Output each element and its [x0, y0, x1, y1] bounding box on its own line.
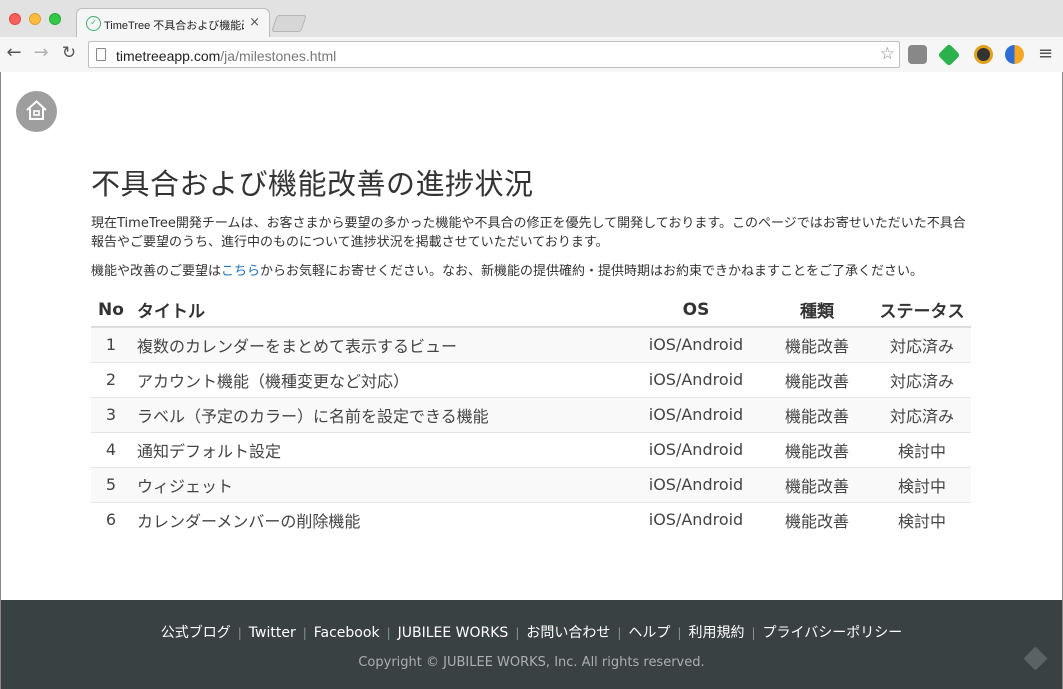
footer-link-contact[interactable]: お問い合わせ [526, 625, 610, 641]
page-title: 不具合および機能改善の進捗状況 [91, 167, 534, 201]
cell-os: iOS/Android [631, 431, 761, 467]
footer-separator: | [515, 626, 520, 640]
footer-separator: | [237, 626, 242, 640]
cell-kind: 機能改善 [761, 396, 873, 432]
header-no: No [91, 293, 131, 328]
url-text[interactable]: timetreeapp.com/ja/milestones.html [116, 48, 336, 64]
footer-link-privacy[interactable]: プライバシーポリシー [763, 625, 903, 641]
cell-kind: 機能改善 [761, 501, 873, 537]
cell-status: 検討中 [873, 431, 971, 467]
feedly-extension-icon[interactable] [937, 43, 961, 67]
cell-os: iOS/Android [631, 396, 761, 432]
footer-link-jubilee-works[interactable]: JUBILEE WORKS [398, 625, 509, 641]
table-row: 1 複数のカレンダーをまとめて表示するビュー iOS/Android 機能改善 … [91, 326, 971, 362]
address-bar[interactable]: timetreeapp.com/ja/milestones.html ☆ [88, 41, 900, 68]
cell-os: iOS/Android [631, 361, 761, 397]
cell-status: 対応済み [873, 396, 971, 432]
cell-kind: 機能改善 [761, 361, 873, 397]
request-text-after: からお気軽にお寄せください。なお、新機能の提供確約・提供時期はお約束できかねます… [260, 264, 924, 279]
footer-separator: | [751, 626, 756, 640]
request-paragraph: 機能や改善のご要望はこちらからお気軽にお寄せください。なお、新機能の提供確約・提… [91, 262, 971, 281]
cell-no: 5 [91, 466, 131, 502]
reload-button[interactable]: ↻ [58, 42, 80, 64]
cell-no: 3 [91, 396, 131, 432]
header-os: OS [631, 293, 761, 328]
footer-separator: | [386, 626, 391, 640]
cell-os: iOS/Android [631, 466, 761, 502]
tab-close-icon[interactable]: × [249, 15, 260, 30]
header-title: タイトル [131, 293, 631, 328]
cell-os: iOS/Android [631, 501, 761, 537]
footer-link-blog[interactable]: 公式ブログ [161, 625, 231, 641]
cell-title: 複数のカレンダーをまとめて表示するビュー [131, 326, 631, 362]
cell-status: 検討中 [873, 501, 971, 537]
home-button[interactable] [16, 91, 57, 132]
cell-no: 2 [91, 361, 131, 397]
milestones-table: No タイトル OS 種類 ステータス 1 複数のカレンダーをまとめて表示するビ… [91, 293, 971, 537]
browser-toolbar: ← → ↻ timetreeapp.com/ja/milestones.html… [0, 37, 1063, 72]
bookmark-star-icon[interactable]: ☆ [880, 44, 895, 64]
cell-title: ラベル（予定のカラー）に名前を設定できる機能 [131, 396, 631, 432]
footer-links: 公式ブログ | Twitter | Facebook | JUBILEE WORKS | お問い… [1, 622, 1062, 642]
request-link[interactable]: こちら [221, 264, 260, 279]
home-icon [26, 100, 47, 120]
forward-button[interactable]: → [30, 42, 52, 64]
tab-strip: ✓ TimeTree 不具合および機能改善の進捗状況 × [0, 0, 1063, 38]
table-row: 5 ウィジェット iOS/Android 機能改善 検討中 [91, 466, 971, 502]
footer: 公式ブログ | Twitter | Facebook | JUBILEE WORKS | お問い… [1, 600, 1062, 689]
header-kind: 種類 [761, 293, 873, 328]
footer-link-help[interactable]: ヘルプ [628, 625, 670, 641]
intro-paragraph: 現在TimeTree開発チームは、お客さまから要望の多かった機能や不具合の修正を… [91, 216, 966, 250]
cell-os: iOS/Android [631, 326, 761, 362]
pocket-extension-icon[interactable] [908, 45, 927, 64]
cell-no: 4 [91, 431, 131, 467]
table-row: 4 通知デフォルト設定 iOS/Android 機能改善 検討中 [91, 431, 971, 467]
cell-no: 1 [91, 326, 131, 362]
close-window-button[interactable] [9, 13, 21, 25]
main-content: 不具合および機能改善の進捗状況 現在TimeTree開発チームは、お客さまから要… [91, 166, 971, 537]
cell-status: 検討中 [873, 466, 971, 502]
minimize-window-button[interactable] [29, 13, 41, 25]
zoom-window-button[interactable] [49, 13, 61, 25]
back-button[interactable]: ← [3, 42, 25, 64]
page-icon [96, 48, 106, 61]
header-status: ステータス [873, 293, 971, 328]
table-row: 2 アカウント機能（機種変更など対応） iOS/Android 機能改善 対応済… [91, 361, 971, 397]
footer-separator: | [302, 626, 307, 640]
cell-title: アカウント機能（機種変更など対応） [131, 361, 631, 397]
request-text-before: 機能や改善のご要望は [91, 264, 222, 279]
cell-kind: 機能改善 [761, 431, 873, 467]
footer-separator: | [617, 626, 622, 640]
camera-extension-icon[interactable] [974, 45, 993, 64]
url-host: timetreeapp.com [116, 48, 221, 64]
url-path: /ja/milestones.html [220, 48, 337, 64]
cell-title: カレンダーメンバーの削除機能 [131, 501, 631, 537]
sun-extension-icon[interactable] [1005, 45, 1024, 64]
footer-separator: | [677, 626, 682, 640]
footer-link-terms[interactable]: 利用規約 [688, 625, 744, 641]
browser-tab[interactable]: ✓ TimeTree 不具合および機能改善の進捗状況 × [76, 8, 270, 38]
cell-status: 対応済み [873, 361, 971, 397]
table-row: 3 ラベル（予定のカラー）に名前を設定できる機能 iOS/Android 機能改… [91, 396, 971, 432]
footer-link-twitter[interactable]: Twitter [249, 625, 296, 641]
cell-no: 6 [91, 501, 131, 537]
footer-link-facebook[interactable]: Facebook [314, 625, 380, 641]
cell-kind: 機能改善 [761, 326, 873, 362]
cell-title: ウィジェット [131, 466, 631, 502]
browser-menu-icon[interactable]: ≡ [1038, 43, 1053, 64]
cell-title: 通知デフォルト設定 [131, 431, 631, 467]
table-row: 6 カレンダーメンバーの削除機能 iOS/Android 機能改善 検討中 [91, 501, 971, 537]
table-header-row: No タイトル OS 種類 ステータス [91, 293, 971, 328]
page-viewport: 不具合および機能改善の進捗状況 現在TimeTree開発チームは、お客さまから要… [0, 72, 1063, 689]
cell-kind: 機能改善 [761, 466, 873, 502]
cell-status: 対応済み [873, 326, 971, 362]
copyright-text: Copyright © JUBILEE WORKS, Inc. All righ… [358, 655, 705, 670]
timetree-icon: ✓ [86, 16, 101, 31]
browser-chrome: ✓ TimeTree 不具合および機能改善の進捗状況 × ← → ↻ timet… [0, 0, 1063, 72]
tab-title: TimeTree 不具合および機能改善の進捗状況 [104, 20, 244, 32]
new-tab-button[interactable] [271, 15, 307, 32]
